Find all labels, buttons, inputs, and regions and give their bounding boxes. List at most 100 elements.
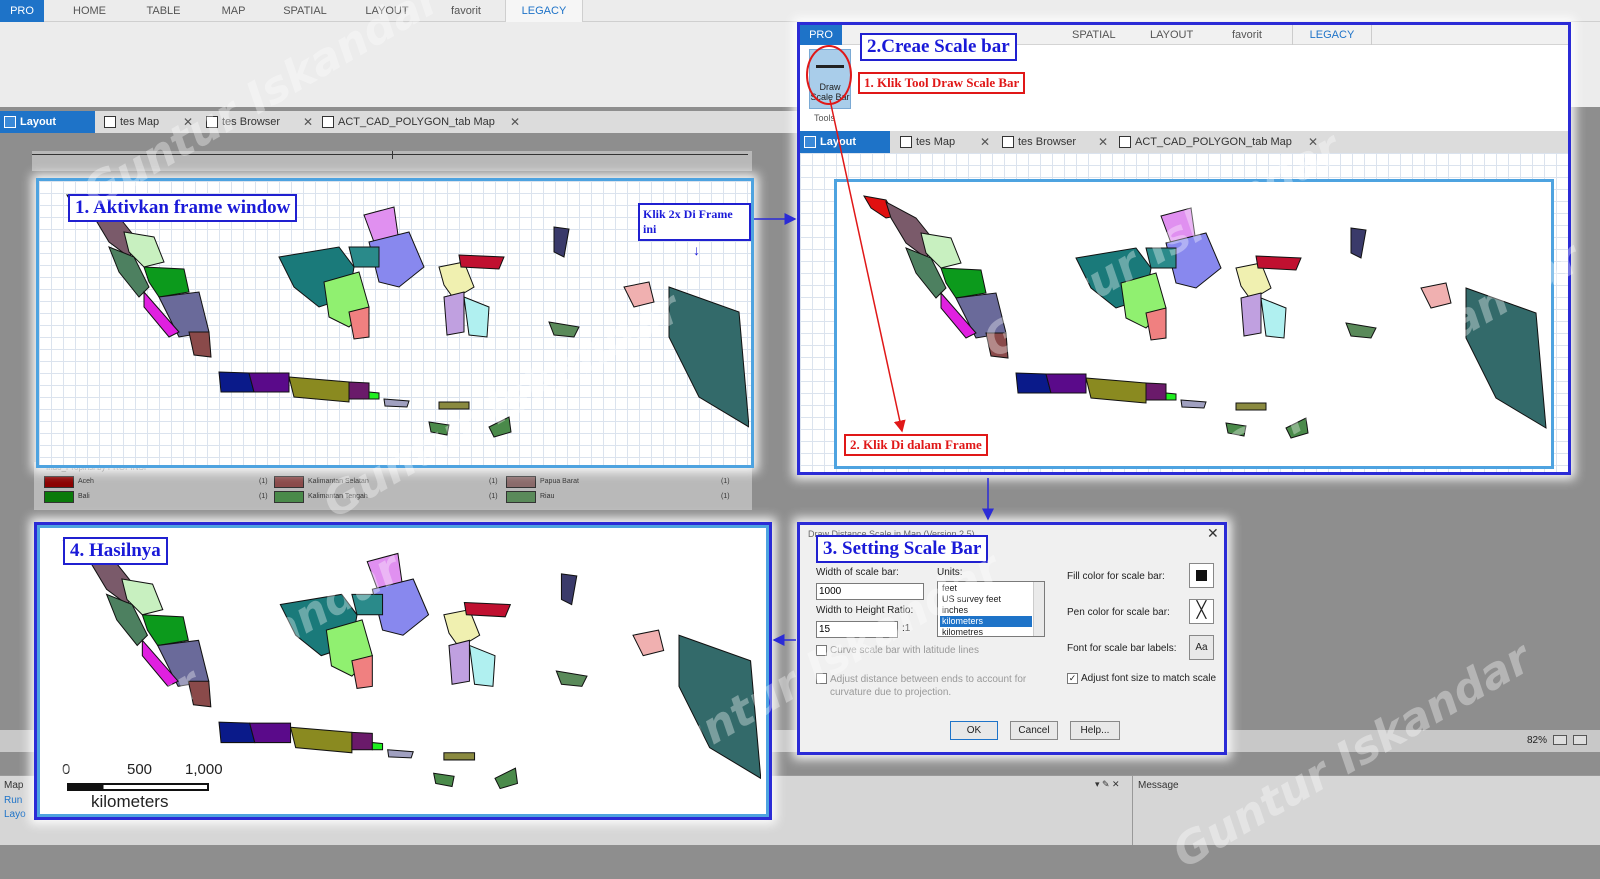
province-shape bbox=[555, 670, 588, 687]
result-panel: 0 500 1,000 kilometers bbox=[34, 522, 772, 820]
fill-color-button[interactable] bbox=[1189, 563, 1214, 588]
close-icon[interactable]: ✕ bbox=[980, 131, 990, 153]
units-option[interactable]: kilometers bbox=[940, 616, 1032, 627]
pen-color-button[interactable]: ╳ bbox=[1189, 599, 1214, 624]
tab-tes-map[interactable]: tes Map bbox=[100, 111, 190, 133]
tab-layout-doc[interactable]: Layout bbox=[0, 111, 95, 133]
map-icon bbox=[1119, 136, 1131, 148]
font-label: Font for scale bar labels: bbox=[1067, 643, 1177, 654]
province-shape bbox=[387, 749, 414, 759]
tab-legacy[interactable]: LEGACY bbox=[1292, 25, 1372, 45]
close-icon[interactable]: ✕ bbox=[183, 111, 193, 133]
units-option[interactable]: inches bbox=[940, 605, 1032, 616]
tab-spatial[interactable]: SPATIAL bbox=[1072, 25, 1116, 45]
tab-layout[interactable]: LAYOUT bbox=[1150, 25, 1193, 45]
curve-checkbox[interactable] bbox=[816, 645, 827, 656]
close-icon[interactable]: ✕ bbox=[1308, 131, 1318, 153]
province-shape bbox=[351, 593, 384, 616]
units-option[interactable]: kilometres bbox=[940, 627, 1032, 636]
legend-swatch bbox=[506, 476, 536, 488]
width-input[interactable] bbox=[816, 583, 924, 600]
scale-tick-1000: 1,000 bbox=[185, 761, 223, 778]
legend-count: (1) bbox=[721, 478, 730, 485]
units-listbox[interactable]: feet US survey feet inches kilometers kilome… bbox=[937, 581, 1045, 637]
tab-layout[interactable]: LAYOUT bbox=[357, 0, 417, 22]
layout-frame-2[interactable] bbox=[834, 179, 1554, 469]
scale-tick-500: 500 bbox=[127, 761, 153, 778]
tab-favorit[interactable]: favorit bbox=[436, 0, 496, 22]
province-shape bbox=[553, 226, 570, 258]
province-shape bbox=[438, 401, 470, 410]
panel-line-layout[interactable]: Layo bbox=[4, 809, 26, 820]
zoom-out-button[interactable] bbox=[1553, 735, 1567, 745]
ratio-label: Width to Height Ratio: bbox=[816, 605, 914, 616]
province-shape bbox=[1015, 372, 1052, 394]
province-shape bbox=[1225, 422, 1247, 437]
legend-count: (1) bbox=[259, 493, 268, 500]
adjust-font-label: Adjust font size to match scale bbox=[1081, 673, 1217, 684]
close-icon[interactable]: ✕ bbox=[510, 111, 520, 133]
panel-controls-icon[interactable]: ▾ ✎ ✕ bbox=[1095, 779, 1120, 790]
legend-label: Aceh bbox=[78, 478, 94, 485]
tab-tes-map[interactable]: tes Map bbox=[896, 131, 986, 153]
help-button[interactable]: Help... bbox=[1070, 721, 1120, 740]
callout-step-1: 1. Aktivkan frame window bbox=[68, 194, 298, 222]
map-icon bbox=[322, 116, 334, 128]
province-shape bbox=[248, 372, 290, 393]
province-shape bbox=[632, 629, 665, 657]
fill-swatch-icon bbox=[1196, 570, 1207, 581]
tab-table[interactable]: TABLE bbox=[136, 0, 191, 22]
legend-swatch bbox=[44, 476, 74, 488]
province-shape bbox=[351, 655, 373, 689]
font-button[interactable]: Aa bbox=[1189, 635, 1214, 660]
tab-pro[interactable]: PRO bbox=[800, 25, 842, 45]
table-icon bbox=[1002, 136, 1014, 148]
province-shape bbox=[1240, 292, 1262, 337]
dialog-close-icon[interactable]: ✕ bbox=[1207, 525, 1219, 542]
province-shape bbox=[940, 267, 987, 299]
province-shape bbox=[368, 391, 380, 400]
ratio-input[interactable] bbox=[816, 621, 898, 638]
tab-tes-browser[interactable]: tes Browser bbox=[202, 111, 307, 133]
cancel-button[interactable]: Cancel bbox=[1010, 721, 1058, 740]
province-shape bbox=[443, 291, 465, 336]
panel-line-run[interactable]: Run bbox=[4, 795, 22, 806]
province-shape bbox=[218, 721, 256, 744]
province-shape bbox=[1145, 307, 1167, 341]
tab-act-cad-map[interactable]: ACT_CAD_POLYGON_tab Map bbox=[318, 111, 518, 133]
tab-map[interactable]: MAP bbox=[206, 0, 261, 22]
units-option[interactable]: feet bbox=[940, 583, 1032, 594]
callout-step-2a: 1. Klik Tool Draw Scale Bar bbox=[858, 72, 1026, 94]
tab-spatial[interactable]: SPATIAL bbox=[275, 0, 335, 22]
adjust-font-checkbox[interactable]: ✓ bbox=[1067, 673, 1078, 684]
province-shape bbox=[623, 281, 655, 308]
tab-act-cad-map[interactable]: ACT_CAD_POLYGON_tab Map bbox=[1115, 131, 1315, 153]
tab-tes-browser[interactable]: tes Browser bbox=[998, 131, 1103, 153]
province-shape bbox=[348, 246, 380, 268]
curve-label: Curve scale bar with latitude lines bbox=[830, 645, 979, 656]
tab-favorit[interactable]: favorit bbox=[1232, 25, 1262, 45]
adjust-curvature-checkbox[interactable] bbox=[816, 673, 827, 684]
units-scrollbar[interactable] bbox=[1033, 582, 1044, 636]
province-shape bbox=[141, 614, 189, 647]
legend-count: (1) bbox=[489, 493, 498, 500]
callout-step-4: 4. Hasilnya bbox=[63, 537, 168, 565]
document-tab-bar-2: Layout tes Map ✕ tes Browser ✕ ACT_CAD_P… bbox=[800, 131, 1568, 153]
tab-home[interactable]: HOME bbox=[62, 0, 117, 22]
province-shape bbox=[463, 601, 512, 618]
tab-layout-doc[interactable]: Layout bbox=[800, 131, 890, 153]
tab-legacy[interactable]: LEGACY bbox=[505, 0, 583, 22]
ok-button[interactable]: OK bbox=[950, 721, 998, 740]
zoom-in-button[interactable] bbox=[1573, 735, 1587, 745]
units-option[interactable]: US survey feet bbox=[940, 594, 1032, 605]
province-shape bbox=[348, 381, 370, 400]
fill-color-label: Fill color for scale bar: bbox=[1067, 571, 1165, 582]
tab-pro[interactable]: PRO bbox=[0, 0, 44, 22]
province-shape bbox=[463, 296, 490, 338]
callout-step-2: 2.Creae Scale bar bbox=[860, 33, 1017, 61]
pen-color-label: Pen color for scale bar: bbox=[1067, 607, 1170, 618]
units-label: Units: bbox=[937, 567, 963, 578]
province-shape bbox=[1085, 377, 1147, 404]
close-icon[interactable]: ✕ bbox=[1098, 131, 1108, 153]
close-icon[interactable]: ✕ bbox=[303, 111, 313, 133]
